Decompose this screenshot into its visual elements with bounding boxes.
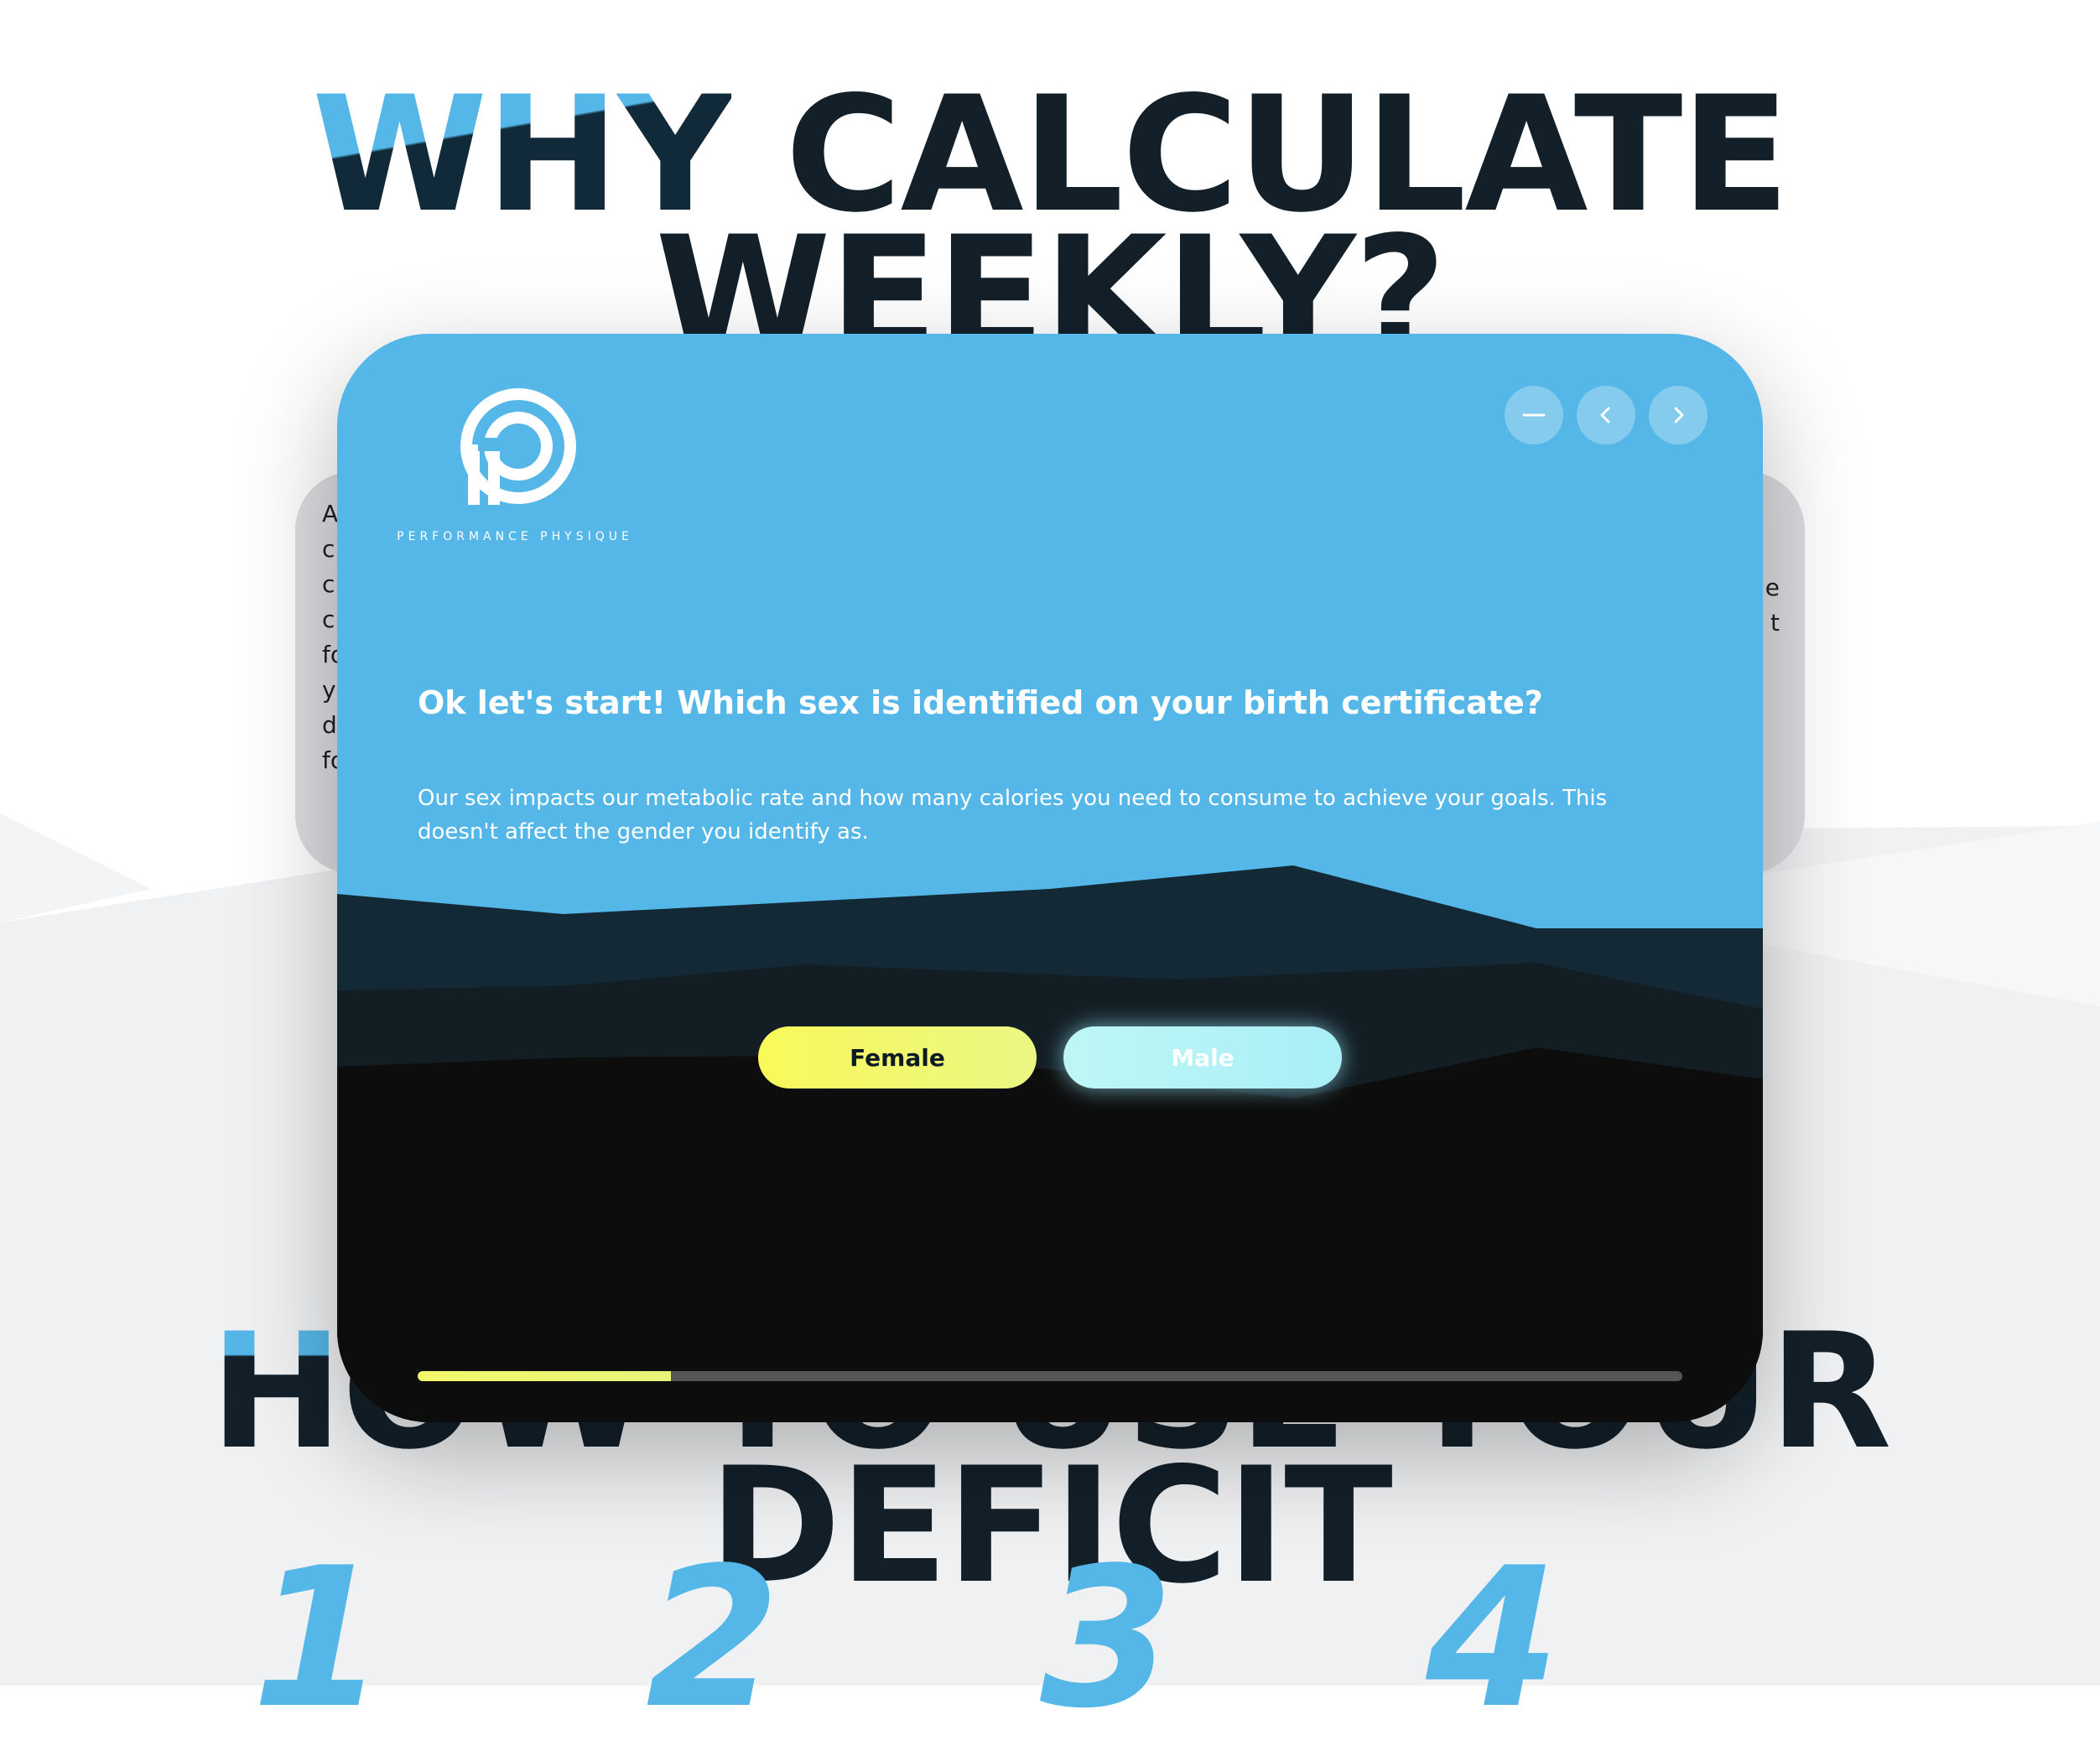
progress-bar xyxy=(418,1371,1682,1381)
previous-step-button[interactable] xyxy=(1577,386,1635,444)
step-number-2: 2 xyxy=(646,1527,781,1751)
question-explanation: Our sex impacts our metabolic rate and h… xyxy=(418,786,1608,844)
logo-mark-icon xyxy=(460,388,576,505)
brand-logo: PERFORMANCE PHYSIQUE xyxy=(389,386,641,543)
calculator-modal: PERFORMANCE PHYSIQUE Ok let's start! Whi… xyxy=(337,334,1763,1422)
brand-name: PERFORMANCE PHYSIQUE xyxy=(397,530,633,543)
step-number-1: 1 xyxy=(252,1527,387,1751)
step-number-4: 4 xyxy=(1426,1527,1561,1751)
female-option-button[interactable]: Female xyxy=(758,1026,1037,1089)
chevron-left-icon xyxy=(1600,407,1610,423)
chevron-right-icon xyxy=(1674,407,1684,423)
minimize-button[interactable] xyxy=(1505,386,1563,444)
male-option-button[interactable]: Male xyxy=(1063,1026,1342,1089)
step-number-3: 3 xyxy=(1040,1527,1175,1751)
progress-bar-fill xyxy=(418,1371,671,1381)
minus-icon xyxy=(1522,413,1546,417)
question-title: Ok let's start! Which sex is identified … xyxy=(418,684,1543,721)
next-step-button[interactable] xyxy=(1649,386,1708,444)
